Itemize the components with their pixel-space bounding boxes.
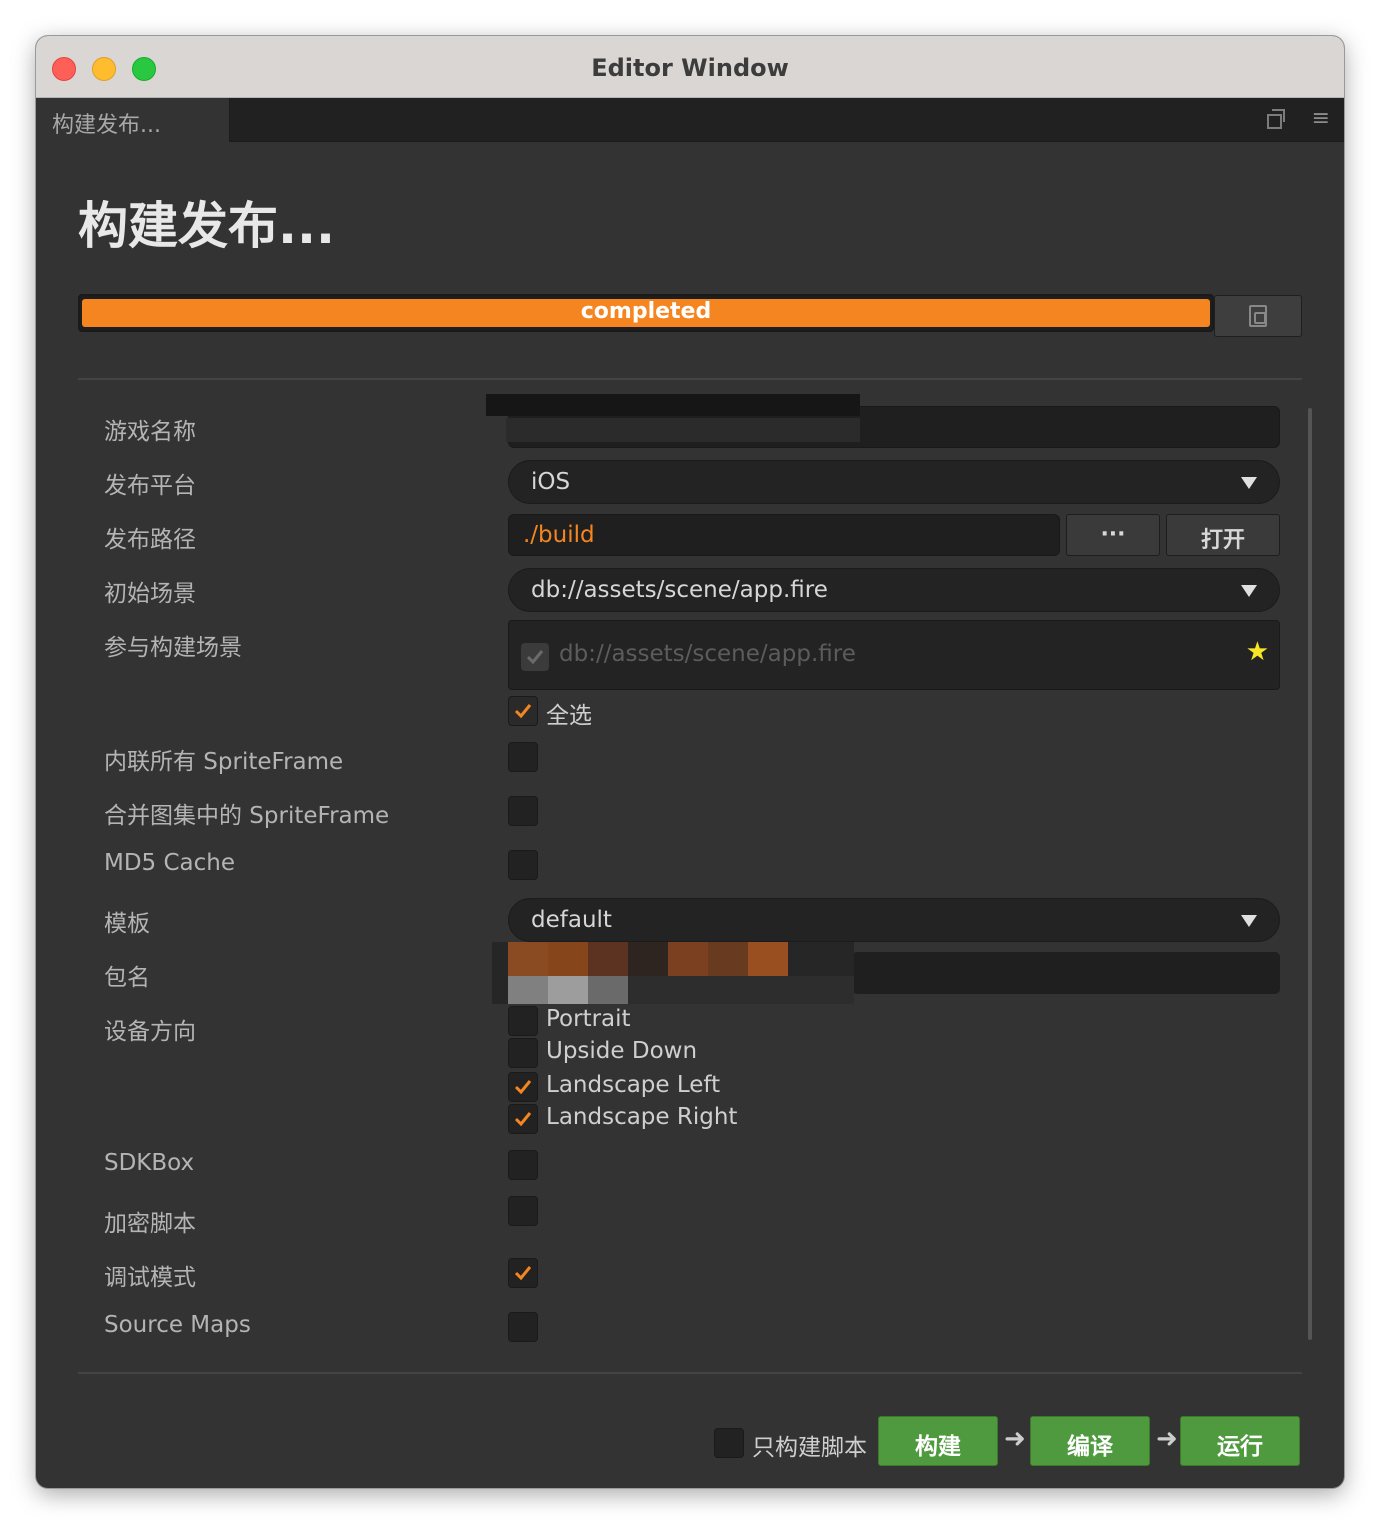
- redaction-block: [628, 976, 854, 1004]
- start-scene-value: db://assets/scene/app.fire: [531, 577, 828, 603]
- label-build-path: 发布路径: [104, 527, 196, 553]
- build-path-input[interactable]: ./build: [508, 514, 1060, 556]
- encrypt-js-checkbox[interactable]: [508, 1196, 538, 1226]
- label-template: 模板: [104, 911, 150, 937]
- scene-list: db://assets/scene/app.fire ★: [508, 620, 1280, 690]
- build-button[interactable]: 构建: [878, 1416, 998, 1466]
- popout-icon[interactable]: [1266, 108, 1286, 129]
- chevron-down-icon: [1241, 585, 1257, 597]
- inline-spriteframes-checkbox[interactable]: [508, 742, 538, 772]
- orientation-upside-down-checkbox[interactable]: [508, 1038, 538, 1068]
- build-scripts-only-checkbox[interactable]: [714, 1428, 744, 1458]
- divider-top: [78, 378, 1302, 380]
- build-scripts-only-label: 只构建脚本: [752, 1435, 867, 1461]
- arrow-right-icon: ➜: [1004, 1424, 1026, 1454]
- chevron-down-icon: [1241, 477, 1257, 489]
- title-bar: Editor Window: [36, 36, 1344, 98]
- label-encrypt-js: 加密脚本: [104, 1211, 196, 1237]
- sdkbox-checkbox[interactable]: [508, 1150, 538, 1180]
- package-name-input[interactable]: [492, 942, 1280, 1004]
- label-md5-cache: MD5 Cache: [104, 850, 236, 876]
- menu-icon[interactable]: ≡: [1312, 108, 1330, 130]
- build-progress-bar: completed: [78, 294, 1214, 332]
- label-orientation: 设备方向: [104, 1019, 196, 1045]
- label-sdkbox: SDKBox: [104, 1150, 195, 1176]
- orientation-landscape-right-label: Landscape Right: [546, 1104, 738, 1130]
- label-included-scenes: 参与构建场景: [104, 635, 242, 661]
- redaction-block: [548, 976, 588, 1004]
- redaction-block: [492, 942, 508, 1004]
- label-game-name: 游戏名称: [104, 419, 196, 445]
- scene-checkbox[interactable]: [521, 643, 549, 671]
- merge-spriteframes-checkbox[interactable]: [508, 796, 538, 826]
- window-title: Editor Window: [591, 54, 789, 82]
- platform-select[interactable]: iOS: [508, 460, 1280, 504]
- debug-mode-checkbox[interactable]: [508, 1258, 538, 1288]
- arrow-right-icon: ➜: [1156, 1424, 1178, 1454]
- divider-bottom: [78, 1372, 1302, 1374]
- platform-value: iOS: [531, 469, 571, 495]
- start-scene-select[interactable]: db://assets/scene/app.fire: [508, 568, 1280, 612]
- label-package-name: 包名: [104, 965, 150, 991]
- redaction-block: [506, 418, 860, 442]
- orientation-portrait-label: Portrait: [546, 1006, 631, 1032]
- tab-build[interactable]: 构建发布...: [36, 98, 230, 142]
- redaction-block: [668, 942, 708, 976]
- scrollbar[interactable]: [1308, 408, 1312, 1340]
- document-icon: [1249, 305, 1267, 327]
- orientation-landscape-left-checkbox[interactable]: [508, 1072, 538, 1102]
- label-platform: 发布平台: [104, 473, 196, 499]
- chevron-down-icon: [1241, 915, 1257, 927]
- redaction-block: [748, 942, 788, 976]
- orientation-upside-down-label: Upside Down: [546, 1038, 698, 1064]
- redaction-block: [628, 942, 668, 976]
- label-inline-spriteframes: 内联所有 SpriteFrame: [104, 749, 344, 775]
- package-input-box: [852, 952, 1280, 994]
- open-log-button[interactable]: [1214, 295, 1302, 337]
- source-maps-checkbox[interactable]: [508, 1312, 538, 1342]
- orientation-landscape-right-checkbox[interactable]: [508, 1104, 538, 1134]
- tab-bar: 构建发布... ≡: [36, 98, 1344, 142]
- orientation-landscape-left-label: Landscape Left: [546, 1072, 721, 1098]
- label-source-maps: Source Maps: [104, 1312, 251, 1338]
- browse-path-button[interactable]: ···: [1066, 514, 1160, 556]
- redaction-block: [788, 942, 854, 976]
- orientation-portrait-checkbox[interactable]: [508, 1006, 538, 1036]
- label-debug-mode: 调试模式: [104, 1265, 196, 1291]
- select-all-checkbox[interactable]: [508, 696, 538, 726]
- redaction-block: [588, 942, 628, 976]
- template-value: default: [531, 907, 612, 933]
- redaction-block: [708, 942, 748, 976]
- compile-button[interactable]: 编译: [1030, 1416, 1150, 1466]
- star-icon: ★: [1245, 637, 1269, 667]
- redaction-block: [548, 942, 588, 976]
- page-title: 构建发布...: [78, 197, 335, 255]
- redaction-block: [588, 976, 628, 1004]
- run-button[interactable]: 运行: [1180, 1416, 1300, 1466]
- progress-status: completed: [580, 299, 712, 324]
- redaction-block: [508, 976, 548, 1004]
- label-merge-spriteframes: 合并图集中的 SpriteFrame: [104, 803, 390, 829]
- label-start-scene: 初始场景: [104, 581, 196, 607]
- select-all-label: 全选: [546, 703, 592, 729]
- redaction-block: [508, 942, 548, 976]
- md5-cache-checkbox[interactable]: [508, 850, 538, 880]
- template-select[interactable]: default: [508, 898, 1280, 942]
- editor-window: Editor Window 构建发布... ≡ 构建发布... complete…: [36, 36, 1344, 1488]
- open-path-button[interactable]: 打开: [1166, 514, 1280, 556]
- scene-item: db://assets/scene/app.fire: [559, 641, 856, 667]
- redaction-block: [486, 394, 860, 416]
